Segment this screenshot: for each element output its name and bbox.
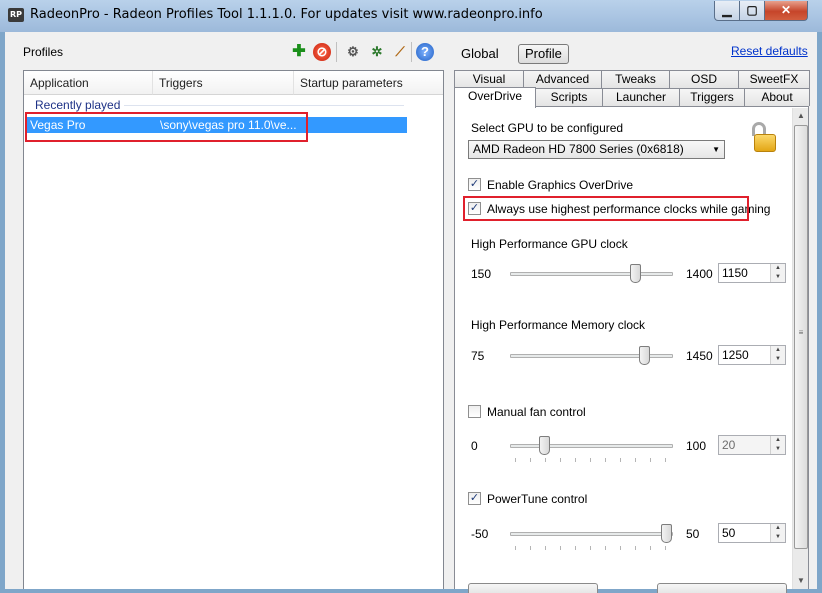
close-button[interactable]: ✕ xyxy=(764,1,808,21)
settings-icon[interactable]: ⚙ xyxy=(343,42,363,62)
profiles-list[interactable]: Application Triggers Startup parameters … xyxy=(23,70,444,589)
tab-launcher[interactable]: Launcher xyxy=(602,88,680,106)
memory-clock-label: High Performance Memory clock xyxy=(471,318,646,332)
powertune-min: -50 xyxy=(471,527,489,541)
vertical-scrollbar[interactable]: ▲ ≡ ▼ xyxy=(792,108,808,589)
gpu-clock-min: 150 xyxy=(471,267,492,281)
fan-slider-track xyxy=(510,444,673,448)
memory-clock-value: 1250 xyxy=(722,348,749,362)
powertune-spinbox[interactable]: 50 ▲ ▼ xyxy=(718,523,786,543)
memory-clock-min: 75 xyxy=(471,349,485,363)
gpu-select-value: AMD Radeon HD 7800 Series (0x6818) xyxy=(473,142,684,156)
gpu-select[interactable]: AMD Radeon HD 7800 Series (0x6818) ▼ xyxy=(468,140,725,159)
tab-tweaks[interactable]: Tweaks xyxy=(601,70,670,88)
fan-min: 0 xyxy=(471,439,478,453)
fan-spinbox: 20 ▲ ▼ xyxy=(718,435,786,455)
scroll-down-icon[interactable]: ▼ xyxy=(793,573,809,589)
select-gpu-label: Select GPU to be configured xyxy=(471,121,624,135)
profiles-label: Profiles xyxy=(23,45,64,59)
tab-sweetfx[interactable]: SweetFX xyxy=(738,70,810,88)
tab-advanced[interactable]: Advanced xyxy=(523,70,602,88)
column-header-application[interactable]: Application xyxy=(24,71,153,95)
chevron-down-icon: ▼ xyxy=(712,145,720,154)
powertune-max: 50 xyxy=(686,527,700,541)
column-header-triggers[interactable]: Triggers xyxy=(153,71,294,95)
broom-icon[interactable]: ⟋ xyxy=(390,42,410,62)
footer-button-left[interactable] xyxy=(468,583,598,593)
tab-osd[interactable]: OSD xyxy=(669,70,739,88)
minimize-button[interactable]: ▁ xyxy=(714,1,740,21)
maximize-icon: ▢ xyxy=(746,3,758,17)
toolbar-separator xyxy=(411,42,412,62)
group-header-recently-played: Recently played xyxy=(35,98,121,112)
manual-fan-label[interactable]: Manual fan control xyxy=(487,405,586,419)
gpu-clock-spinbox[interactable]: 1150 ▲ ▼ xyxy=(718,263,786,283)
global-button[interactable]: Global xyxy=(453,44,507,64)
scroll-up-icon[interactable]: ▲ xyxy=(793,108,809,124)
spinner-arrows-icon: ▲ ▼ xyxy=(770,436,785,454)
help-icon[interactable]: ? xyxy=(416,43,434,61)
spinner-arrows-icon[interactable]: ▲ ▼ xyxy=(770,524,785,542)
tab-scripts[interactable]: Scripts xyxy=(535,88,603,106)
toolbar-separator xyxy=(336,42,337,62)
annotation-highlight-box xyxy=(25,112,308,142)
reset-defaults-link[interactable]: Reset defaults xyxy=(731,44,808,58)
spinner-arrows-icon[interactable]: ▲ ▼ xyxy=(770,264,785,282)
fan-slider-thumb xyxy=(538,436,550,455)
radeonpro-app-icon: RP xyxy=(8,8,24,22)
powertune-label[interactable]: PowerTune control xyxy=(487,492,587,506)
footer-button-right[interactable] xyxy=(657,583,787,593)
window-title: RadeonPro - Radeon Profiles Tool 1.1.1.0… xyxy=(30,7,543,22)
tab-triggers[interactable]: Triggers xyxy=(679,88,745,106)
annotation-highlight-box xyxy=(463,196,749,221)
tab-visual[interactable]: Visual xyxy=(454,70,524,88)
gpu-clock-value: 1150 xyxy=(722,266,748,280)
minimize-icon: ▁ xyxy=(722,3,732,17)
column-header-startup-parameters[interactable]: Startup parameters xyxy=(294,71,443,95)
enable-overdrive-label[interactable]: Enable Graphics OverDrive xyxy=(487,178,633,192)
gpu-clock-slider-track[interactable] xyxy=(510,272,673,276)
tab-about[interactable]: About xyxy=(744,88,810,106)
title-bar[interactable]: RP RadeonPro - Radeon Profiles Tool 1.1.… xyxy=(0,0,822,32)
gpu-clock-max: 1400 xyxy=(686,267,713,281)
powertune-checkbox[interactable]: ✓ xyxy=(468,492,481,505)
scrollbar-grip-icon: ≡ xyxy=(798,328,804,337)
powertune-slider-thumb[interactable] xyxy=(661,524,672,543)
gpu-clock-label: High Performance GPU clock xyxy=(471,237,628,251)
padlock-body xyxy=(754,134,776,152)
tab-overdrive[interactable]: OverDrive xyxy=(454,87,536,108)
memory-clock-spinbox[interactable]: 1250 ▲ ▼ xyxy=(718,345,786,365)
client-area: Profiles ✚ ⊘ ⚙ ✲ ⟋ ? Application Trigger… xyxy=(5,32,817,593)
gear-icon[interactable]: ✲ xyxy=(367,42,387,62)
profile-button[interactable]: Profile xyxy=(518,44,569,64)
delete-profile-icon[interactable]: ⊘ xyxy=(313,43,331,61)
scrollbar-thumb[interactable]: ≡ xyxy=(794,125,808,549)
manual-fan-checkbox[interactable] xyxy=(468,405,481,418)
fan-max: 100 xyxy=(686,439,707,453)
fan-value: 20 xyxy=(722,438,736,452)
enable-overdrive-checkbox[interactable]: ✓ xyxy=(468,178,481,191)
fan-slider-ticks xyxy=(515,458,671,462)
powertune-value: 50 xyxy=(722,526,736,540)
maximize-button[interactable]: ▢ xyxy=(739,1,765,21)
powertune-slider-ticks xyxy=(515,546,671,550)
powertune-slider-track[interactable] xyxy=(510,532,673,536)
close-icon: ✕ xyxy=(780,3,792,17)
add-profile-icon[interactable]: ✚ xyxy=(289,42,309,62)
gpu-clock-slider-thumb[interactable] xyxy=(630,264,642,283)
checkmark-icon: ✓ xyxy=(469,492,480,504)
unlocked-padlock-icon[interactable] xyxy=(749,122,777,156)
memory-clock-max: 1450 xyxy=(686,349,713,363)
memory-clock-slider-thumb[interactable] xyxy=(638,346,650,365)
checkmark-icon: ✓ xyxy=(469,178,480,190)
group-divider xyxy=(124,105,404,106)
spinner-arrows-icon[interactable]: ▲ ▼ xyxy=(770,346,785,364)
